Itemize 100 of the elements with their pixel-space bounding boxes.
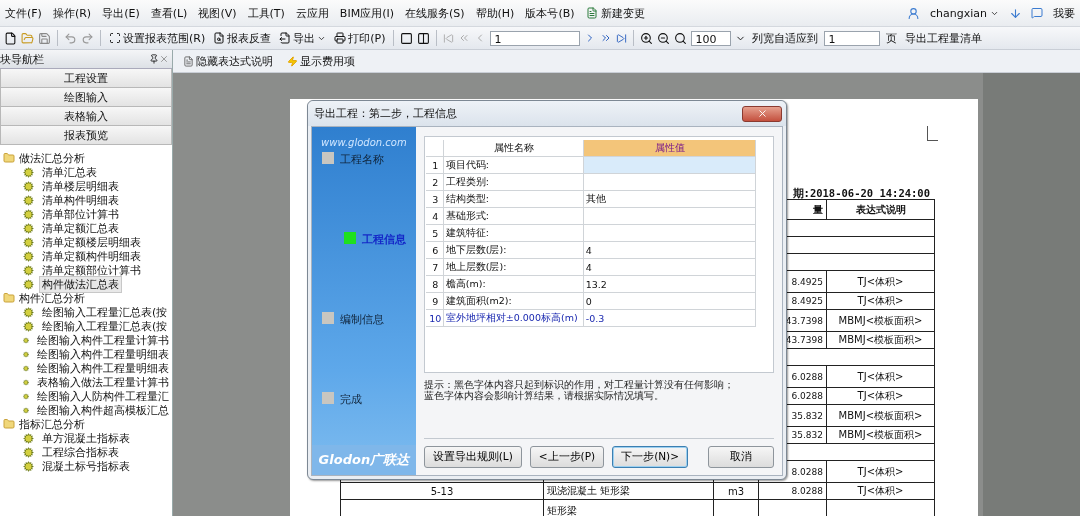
toolbar-button[interactable]: 报表反查: [211, 29, 274, 47]
hint-text: 提示：黑色字体内容只起到标识的作用，对工程量计算没有任何影响；蓝色字体内容会影响计算结果，请根据实际情况填写。: [423, 379, 734, 401]
value-field[interactable]: 0: [583, 293, 756, 309]
gear-icon: [23, 208, 34, 220]
gear-icon: [23, 222, 34, 234]
search-icon[interactable]: [674, 31, 688, 45]
user-icon[interactable]: [907, 6, 920, 20]
fit-field[interactable]: 1: [824, 30, 881, 46]
row-number: 7: [425, 259, 444, 275]
pin-icon[interactable]: [149, 54, 159, 64]
toolbar-button[interactable]: 导出: [277, 29, 329, 47]
previous-pages-icon[interactable]: [458, 32, 471, 44]
gear-icon: [23, 194, 34, 206]
unit-label: 页: [885, 30, 899, 47]
table-cell: 结构类型:: [443, 191, 584, 207]
row-number: 8: [425, 276, 444, 292]
table-cell-text: MBMJ<模板面积>: [837, 313, 924, 328]
toolbar-button[interactable]: 导出工程量清单: [903, 29, 985, 47]
nav-button[interactable]: 绘图输入: [0, 88, 172, 107]
tree-folder[interactable]: 做法汇总分析: [3, 151, 172, 165]
tree-folder[interactable]: 构件汇总分析: [3, 291, 172, 305]
menu-item[interactable]: 操作(R): [51, 3, 93, 23]
tree-folder[interactable]: 指标汇总分析: [3, 417, 172, 431]
table-cell: 地下层数(层):: [443, 242, 584, 258]
table-cell-text: 现浇混凝土 矩形梁: [546, 484, 632, 498]
value-field[interactable]: [583, 157, 756, 173]
page-field[interactable]: 1: [490, 30, 581, 46]
nav-button[interactable]: 工程设置: [0, 69, 172, 88]
export-icon: [279, 32, 292, 44]
dialog-button[interactable]: <上一步(P): [529, 446, 605, 468]
save-icon[interactable]: [38, 31, 51, 45]
menu-item[interactable]: 视图(V): [197, 3, 238, 23]
message-icon[interactable]: [1031, 7, 1043, 19]
link[interactable]: 我要: [1052, 3, 1076, 23]
two-page-icon[interactable]: [417, 31, 431, 45]
folder-icon: [3, 152, 15, 164]
table-cell-text: TJ<体积>: [856, 274, 905, 289]
toolbar-button[interactable]: 隐藏表达式说明: [181, 52, 275, 70]
zoom-field[interactable]: 100: [691, 30, 732, 46]
menu-item[interactable]: 在线服务(S): [403, 3, 466, 23]
row-number: 2: [425, 174, 444, 190]
nav-button[interactable]: 表格输入: [0, 107, 172, 126]
dialog-button[interactable]: 取消: [708, 446, 774, 468]
last-page-icon[interactable]: [616, 32, 628, 44]
menu-item[interactable]: 工具(T): [246, 3, 286, 23]
document-icon: [585, 7, 598, 19]
value-field[interactable]: 其他: [583, 191, 756, 207]
table-cell-text: TJ<体积>: [856, 389, 905, 403]
table-cell: 基础形式:: [443, 208, 584, 224]
menu-item[interactable]: 云应用: [294, 3, 330, 23]
menu-item[interactable]: 导出(E): [101, 3, 141, 23]
nav-button[interactable]: 报表预览: [0, 126, 172, 145]
row-number: 5: [425, 225, 444, 241]
value-field[interactable]: -0.3: [583, 310, 756, 326]
new-file-icon[interactable]: [4, 31, 17, 45]
menu-item[interactable]: 查看(L): [149, 3, 189, 23]
table-cell: 地上层数(层):: [443, 259, 584, 275]
menu-item[interactable]: 版本号(B): [524, 3, 576, 23]
table-cell-text: TJ<体积>: [856, 464, 905, 479]
table-cell-text: 35.832: [790, 430, 824, 440]
gear-icon: [23, 236, 34, 248]
table-cell-text: 8.4925: [790, 276, 824, 287]
gear-icon: [23, 278, 34, 290]
table-cell-text: 6.0288: [790, 371, 824, 382]
close-button[interactable]: [742, 105, 782, 122]
user-menu[interactable]: changxian: [929, 4, 1000, 22]
table-cell-text: 8.0288: [790, 486, 824, 496]
undo-icon[interactable]: [64, 31, 77, 45]
website-text: www.glodon.com: [321, 137, 407, 148]
zoom-in-icon[interactable]: [640, 31, 654, 45]
menu-item[interactable]: 帮助(H): [474, 3, 516, 23]
row-number: 6: [425, 242, 444, 258]
toolbar-button[interactable]: 设置报表范围(R): [107, 29, 208, 47]
value-field[interactable]: 4: [583, 242, 756, 258]
table-cell-text: 43.7398: [784, 315, 824, 326]
row-number: 4: [425, 208, 444, 224]
dialog-title: 导出工程：第二步，工程信息: [314, 106, 458, 121]
redo-icon[interactable]: [81, 31, 94, 45]
zoom-out-icon[interactable]: [657, 31, 671, 45]
arrow-down-icon[interactable]: [1009, 6, 1022, 20]
table-cell-text: MBMJ<模板面积>: [837, 408, 924, 423]
toolbar-button[interactable]: 显示费用项: [285, 52, 357, 70]
page-icon[interactable]: [400, 31, 414, 45]
menu-item[interactable]: BIM应用(I): [338, 3, 395, 23]
column-header: 表达式说明: [854, 202, 907, 217]
menu-item[interactable]: 文件(F): [4, 3, 43, 23]
dialog-button[interactable]: 设置导出规则(L): [423, 446, 522, 468]
dialog-button[interactable]: 下一步(N)>: [612, 446, 688, 468]
folder-icon: [3, 292, 15, 304]
table-cell: 项目代码:: [443, 157, 584, 173]
value-field[interactable]: 4: [583, 259, 756, 275]
table-cell: 檐高(m):: [443, 276, 584, 292]
row-number: 3: [425, 191, 444, 207]
value-field[interactable]: 13.2: [583, 276, 756, 292]
gear-icon: [23, 432, 34, 444]
folder-icon: [3, 418, 15, 430]
tree-item[interactable]: 构件做法汇总表: [39, 275, 122, 293]
toolbar-button[interactable]: 打印(P): [332, 29, 388, 47]
gear-icon: [23, 460, 34, 472]
menu-item[interactable]: 新建变更: [584, 3, 646, 23]
